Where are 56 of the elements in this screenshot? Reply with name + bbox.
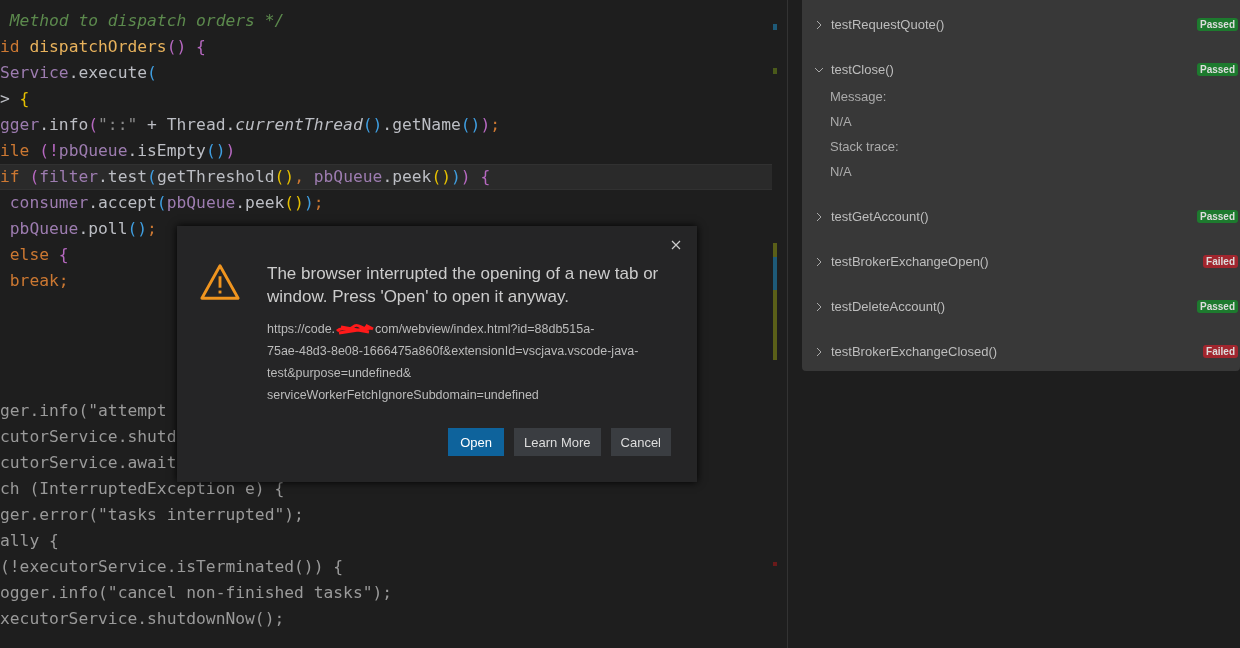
- url-text: https://code.: [267, 321, 336, 338]
- redaction-scribble: [335, 323, 376, 335]
- code-line: ger.error("tasks interrupted");: [0, 505, 304, 524]
- overview-ruler-mark: [773, 24, 777, 30]
- detail-text: N/A: [830, 113, 853, 131]
- chevron-icon[interactable]: [814, 211, 824, 222]
- detail-text: Stack trace:: [830, 138, 900, 156]
- status-badge: Passed: [1196, 210, 1238, 223]
- status-badge: Failed: [1203, 345, 1238, 358]
- code-line: gger.info("::" + Thread.currentThread().getName());: [0, 115, 500, 134]
- detail-text: N/A: [830, 163, 853, 181]
- code-line: ogger.info("cancel non-finished tasks");: [0, 583, 393, 602]
- code-line: ile (!pbQueue.isEmpty()): [0, 141, 236, 160]
- code-line: ch (InterruptedException e) {: [0, 479, 285, 498]
- test-name[interactable]: testDeleteAccount(): [831, 299, 1197, 314]
- code-line: cutorService.shutd: [0, 427, 177, 446]
- code-line: ally {: [0, 531, 59, 550]
- url-text: 75ae-48d3-8e08-1666475a860f&extensionId=vscjava.vscode-java-: [267, 343, 639, 360]
- chevron-icon[interactable]: [814, 256, 824, 267]
- dialog-button[interactable]: Cancel: [610, 428, 671, 456]
- test-name[interactable]: testBrokerExchangeOpen(): [831, 254, 1204, 269]
- code-line: if (filter.test(getThreshold(), pbQueue.peek())) {: [0, 167, 491, 186]
- overview-ruler-mark: [773, 562, 777, 566]
- status-badge: Passed: [1196, 63, 1238, 76]
- warning-icon: [199, 262, 241, 302]
- code-line: (!executorService.isTerminated()) {: [0, 557, 344, 576]
- code-line: ger.info("attempt: [0, 401, 167, 420]
- url-text: com/webview/index.html?id=88db515a-: [375, 321, 595, 338]
- dialog-message: The browser interrupted the opening of a new tab or window. Press 'Open' to open it anyway.: [267, 263, 660, 308]
- url-text: serviceWorkerFetchIgnoreSubdomain=undefined: [267, 387, 539, 404]
- code-line: pbQueue.poll();: [8, 219, 157, 238]
- code-line: else {: [8, 245, 69, 264]
- code-line: > {: [0, 89, 30, 108]
- status-badge: Passed: [1196, 300, 1238, 313]
- status-badge: Failed: [1203, 255, 1238, 268]
- code-line: Method to dispatch orders */: [8, 11, 285, 30]
- chevron-icon[interactable]: [814, 301, 824, 312]
- test-name[interactable]: testClose(): [831, 62, 1197, 77]
- detail-text: Message:: [830, 88, 888, 106]
- chevron-icon[interactable]: [814, 346, 824, 357]
- test-name[interactable]: testBrokerExchangeClosed(): [831, 344, 1204, 359]
- test-name[interactable]: testGetAccount(): [831, 209, 1197, 224]
- code-line: consumer.accept(pbQueue.peek());: [8, 193, 324, 212]
- overview-ruler-mark: [773, 68, 777, 74]
- code-line: cutorService.await: [0, 453, 177, 472]
- code-line: break;: [8, 271, 69, 290]
- dialog-button[interactable]: Learn More: [514, 428, 601, 456]
- chevron-icon[interactable]: [814, 19, 824, 30]
- close-icon[interactable]: [671, 240, 681, 250]
- dialog-button[interactable]: Open: [448, 428, 505, 456]
- code-line: id dispatchOrders() {: [0, 37, 206, 56]
- url-text: test&purpose=undefined&: [267, 365, 412, 382]
- code-line: Service.execute(: [0, 63, 157, 82]
- code-line: xecutorService.shutdownNow();: [0, 609, 285, 628]
- status-badge: Passed: [1196, 18, 1238, 31]
- test-name[interactable]: testRequestQuote(): [831, 17, 1197, 32]
